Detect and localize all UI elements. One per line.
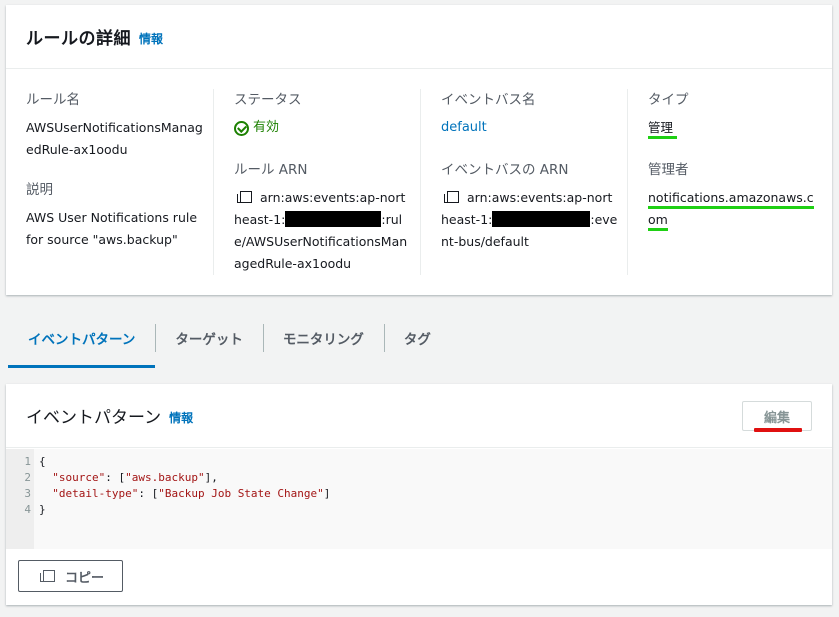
status-value: 有効 bbox=[253, 120, 280, 135]
description-value: AWS User Notifications rule for source "… bbox=[26, 210, 198, 247]
copy-button-label: コピー bbox=[64, 570, 104, 586]
rule-name-label: ルール名 bbox=[26, 92, 80, 108]
type-value: 管理 bbox=[648, 120, 678, 139]
event-pattern-header: イベントパターン 情報 bbox=[6, 384, 832, 448]
code-editor[interactable]: 1 2 3 4 { "source": ["aws.backup"], "det… bbox=[6, 449, 832, 549]
event-bus-arn-value: arn:aws:events:ap-northeast-1::event-bus… bbox=[441, 187, 619, 253]
rule-name-value: AWSUserNotificationsManagedRule-ax1oodu bbox=[26, 120, 203, 157]
rule-details-panel: ルールの詳細 情報 ルール名 AWSUserNotificationsManag… bbox=[6, 5, 832, 295]
line-number: 3 bbox=[24, 487, 31, 500]
code-line: "detail-type": ["Backup Job State Change… bbox=[52, 487, 331, 500]
line-number: 1 bbox=[24, 455, 31, 468]
info-link[interactable]: 情報 bbox=[139, 30, 163, 47]
panel-title: イベントパターン bbox=[26, 408, 162, 428]
panel-title: ルールの詳細 bbox=[26, 29, 131, 49]
copy-button[interactable]: コピー bbox=[18, 560, 123, 592]
code-line: } bbox=[39, 503, 46, 516]
copy-icon[interactable] bbox=[444, 191, 459, 203]
type-label: タイプ bbox=[648, 92, 689, 108]
rule-details-header: ルールの詳細 情報 bbox=[6, 5, 832, 69]
copy-icon bbox=[39, 570, 55, 582]
code-line: { bbox=[39, 455, 46, 468]
code-line: "source": ["aws.backup"], bbox=[52, 471, 218, 484]
tab-event-pattern[interactable]: イベントパターン bbox=[8, 320, 156, 368]
annotation-underline bbox=[754, 428, 802, 432]
column-type: タイプ 管理 管理者 notifications.amazonaws.com bbox=[627, 89, 832, 275]
line-number: 2 bbox=[24, 471, 31, 484]
check-circle-icon bbox=[234, 120, 249, 136]
tab-tags[interactable]: タグ bbox=[383, 320, 451, 366]
copy-icon[interactable] bbox=[237, 191, 252, 203]
event-bus-label: イベントバス名 bbox=[441, 92, 536, 108]
status-label: ステータス bbox=[234, 92, 302, 108]
line-number-gutter: 1 2 3 4 bbox=[6, 449, 34, 549]
column-status: ステータス 有効 ルール ARN arn:aws:events:ap-north… bbox=[213, 89, 420, 275]
rule-arn-label: ルール ARN bbox=[234, 162, 308, 178]
tab-monitoring[interactable]: モニタリング bbox=[262, 320, 384, 366]
event-bus-link[interactable]: default bbox=[441, 117, 619, 139]
manager-value: notifications.amazonaws.com bbox=[648, 190, 814, 231]
manager-label: 管理者 bbox=[648, 162, 689, 178]
description-label: 説明 bbox=[26, 182, 53, 198]
column-rule-name: ルール名 AWSUserNotificationsManagedRule-ax1… bbox=[6, 89, 213, 275]
event-bus-arn-label: イベントバスの ARN bbox=[441, 162, 569, 178]
tab-bar: イベントパターン ターゲット モニタリング タグ bbox=[8, 320, 451, 368]
rule-arn-value: arn:aws:events:ap-northeast-1::rule/AWSU… bbox=[234, 187, 412, 275]
column-event-bus: イベントバス名 default イベントバスの ARN arn:aws:even… bbox=[420, 89, 627, 275]
edit-button[interactable]: 編集 bbox=[742, 401, 812, 431]
redacted-account-id bbox=[285, 211, 382, 227]
redacted-account-id bbox=[492, 211, 591, 227]
line-number: 4 bbox=[24, 503, 31, 516]
info-link[interactable]: 情報 bbox=[169, 409, 193, 426]
tab-targets[interactable]: ターゲット bbox=[155, 320, 263, 366]
event-pattern-panel: イベントパターン 情報 編集 1 2 3 4 { "source": ["aws… bbox=[6, 384, 832, 605]
status-badge: 有効 bbox=[234, 117, 412, 139]
